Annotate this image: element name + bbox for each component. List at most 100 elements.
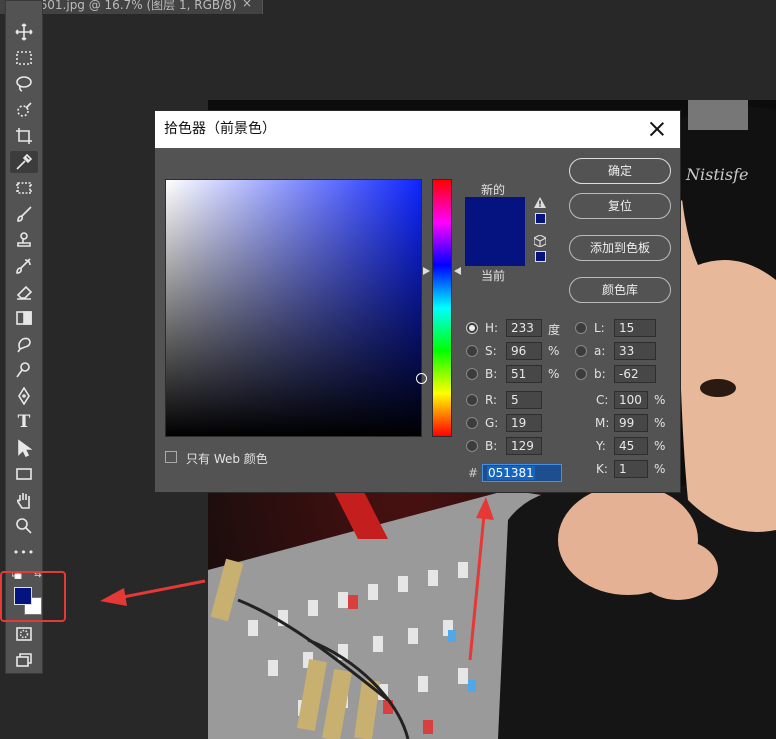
current-color-label: 当前 [481,269,506,283]
black-input[interactable]: 1 [614,460,648,478]
blue-radio[interactable] [466,440,478,452]
web-safe-swatch[interactable] [535,251,546,262]
eyedropper-icon [16,153,33,170]
zoom-icon [16,518,32,534]
lab-l-radio[interactable] [575,322,587,334]
web-colors-only-checkbox[interactable] [165,451,177,463]
swatch-highlight-box [0,571,66,622]
magenta-unit: % [654,416,666,430]
marquee-tool-button[interactable] [10,47,38,69]
cyan-unit: % [654,393,666,407]
frame-tool-button[interactable] [10,177,38,199]
hex-value: 051381 [487,466,535,480]
web-safe-cube-icon[interactable] [534,235,546,247]
blue-input[interactable]: 129 [506,437,542,455]
hue-input[interactable]: 233 [506,319,542,337]
screen-mode-button[interactable] [10,649,38,671]
quick-mask-icon [16,627,32,641]
hex-label: # [468,466,479,480]
brightness-label: B: [485,367,498,381]
stamp-tool-button[interactable] [10,229,38,251]
rectangle-tool-button[interactable] [10,463,38,485]
screen-mode-icon [16,653,32,667]
hue-unit: 度 [548,323,561,337]
color-field-cursor[interactable] [416,373,427,384]
lab-b-radio[interactable] [575,368,587,380]
dialog-title-bar: 拾色器（前景色） [155,111,680,148]
reset-button[interactable]: 复位 [569,193,671,219]
close-icon[interactable] [648,120,666,138]
brightness-radio[interactable] [466,368,478,380]
path-select-tool-button[interactable] [10,437,38,459]
hand-tool-button[interactable] [10,489,38,511]
cyan-input[interactable]: 100 [614,391,648,409]
new-color-label: 新的 [481,183,506,197]
zoom-tool-button[interactable] [10,515,38,537]
saturation-input[interactable]: 96 [506,342,542,360]
pen-tool-button[interactable] [10,385,38,407]
hue-radio[interactable] [466,322,478,334]
hue-slider-arrow-right[interactable] [454,267,461,275]
smudge-tool-button[interactable] [10,333,38,355]
red-input[interactable]: 5 [506,391,542,409]
frame-icon [16,182,32,194]
red-label: R: [485,393,498,407]
type-tool-button[interactable]: T [10,411,38,433]
add-to-swatches-button[interactable]: 添加到色板 [569,235,671,261]
stamp-icon [17,232,31,247]
color-picker-dialog: 拾色器（前景色） 新的 当前 确定 复位 添加到色板 颜色库 H: 233 度 … [154,110,681,493]
type-icon: T [17,412,31,432]
hue-slider[interactable] [432,179,452,437]
green-input[interactable]: 19 [506,414,542,432]
rectangle-icon [16,468,32,480]
brush-tool-button[interactable] [10,203,38,225]
green-radio[interactable] [466,417,478,429]
quick-mask-button[interactable] [10,623,38,645]
blue-label: B: [485,439,498,453]
saturation-radio[interactable] [466,345,478,357]
lab-a-label: a: [594,344,606,358]
more-icon: ••• [12,545,36,559]
gradient-tool-button[interactable] [10,307,38,329]
foreground-color-swatch[interactable] [14,587,32,605]
eraser-tool-button[interactable] [10,281,38,303]
gamut-warning-swatch[interactable] [535,213,546,224]
annotation-arrow-to-swatch [100,579,206,606]
dodge-tool-button[interactable] [10,359,38,381]
crop-tool-button[interactable] [10,125,38,147]
hex-input[interactable]: 051381 [482,464,562,482]
lab-l-label: L: [594,321,605,335]
yellow-input[interactable]: 45 [614,437,648,455]
lab-a-input[interactable]: 33 [614,342,656,360]
path-select-icon [18,439,33,457]
black-label: K: [596,462,608,476]
tab-close-icon[interactable]: × [242,0,252,9]
lab-b-input[interactable]: -62 [614,365,656,383]
more-tools-button[interactable]: ••• [10,541,38,563]
quick-select-tool-button[interactable] [10,99,38,121]
history-brush-tool-button[interactable] [10,255,38,277]
hue-slider-arrow-left[interactable] [423,267,430,275]
saturation-unit: % [548,344,560,358]
color-field[interactable] [165,179,427,437]
dodge-icon [16,362,30,378]
hue-label: H: [485,321,499,335]
color-libraries-button[interactable]: 颜色库 [569,277,671,303]
green-label: G: [485,416,499,430]
gamut-warning-icon[interactable] [534,197,546,208]
eyedropper-tool-button[interactable] [10,151,38,173]
move-tool-button[interactable] [10,21,38,43]
ok-button[interactable]: 确定 [569,158,671,184]
history-brush-icon [16,258,31,274]
crop-icon [16,128,32,144]
lab-b-label: b: [594,367,606,381]
current-color-swatch[interactable] [465,233,525,266]
magenta-input[interactable]: 99 [614,414,648,432]
red-radio[interactable] [466,394,478,406]
lab-a-radio[interactable] [575,345,587,357]
magenta-label: M: [595,416,610,430]
lasso-tool-button[interactable] [10,73,38,95]
gradient-icon [16,311,32,325]
lab-l-input[interactable]: 15 [614,319,656,337]
brightness-input[interactable]: 51 [506,365,542,383]
